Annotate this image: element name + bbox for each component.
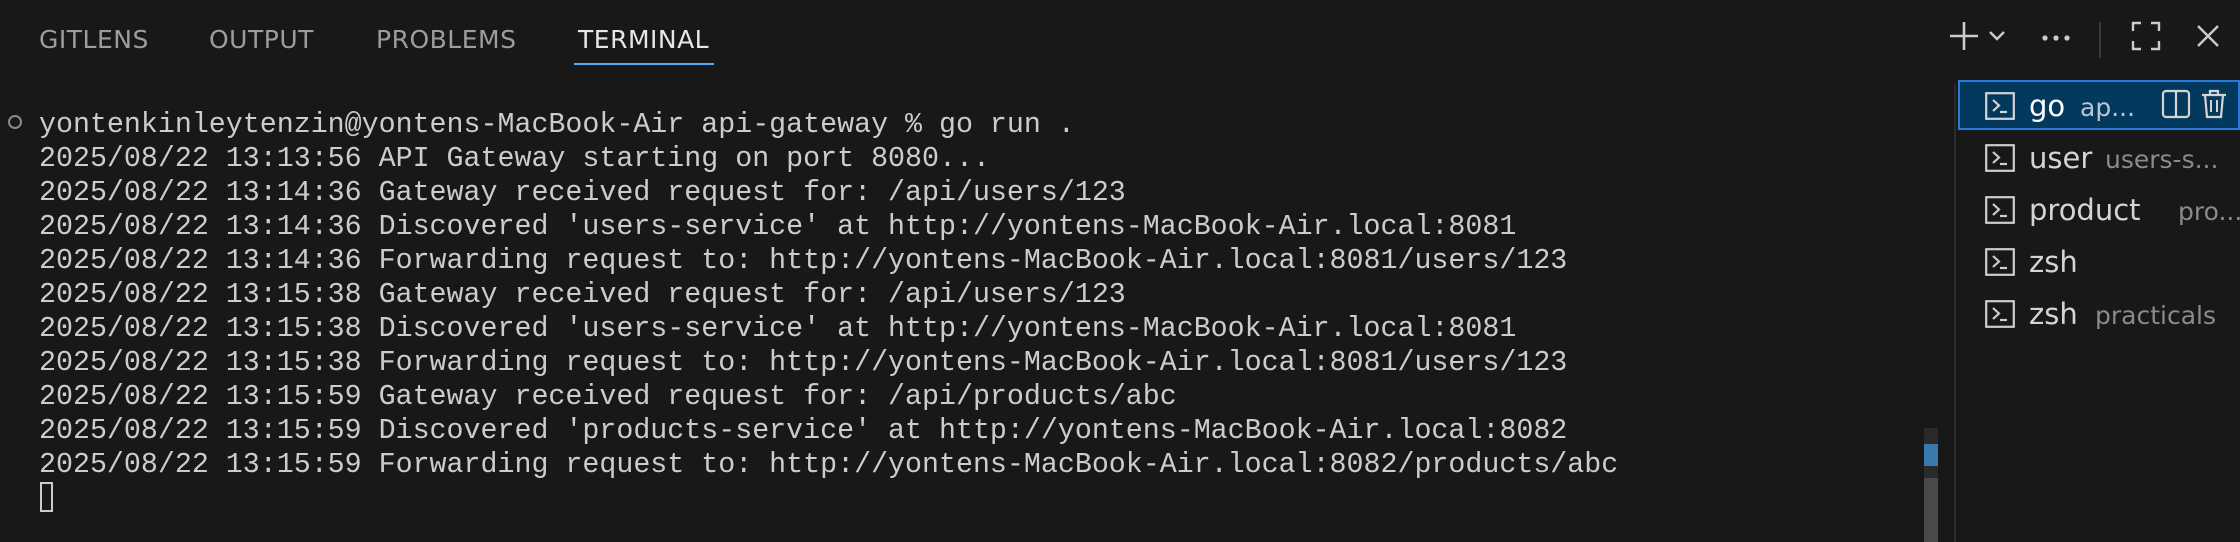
log-line: 2025/08/22 13:15:59 Forwarding request t…	[39, 449, 1619, 481]
terminal-tab-description: practicals	[2095, 301, 2216, 330]
log-line: 2025/08/22 13:15:59 Discovered 'products…	[39, 415, 1568, 447]
split-icon	[2161, 89, 2191, 124]
tab-terminal[interactable]: TERMINAL	[578, 24, 709, 56]
terminal-tab-name: product	[2029, 193, 2141, 227]
tab-gitlens[interactable]: GITLENS	[39, 24, 149, 56]
toolbar-separator	[2099, 22, 2101, 58]
log-line: 2025/08/22 13:13:56 API Gateway starting…	[39, 143, 990, 175]
log-line: 2025/08/22 13:14:36 Forwarding request t…	[39, 245, 1568, 277]
trash-icon	[2200, 89, 2228, 124]
tab-output[interactable]: OUTPUT	[209, 24, 314, 56]
active-tab-indicator	[574, 63, 714, 65]
terminal-panel: GITLENS OUTPUT PROBLEMS TERMINAL yontenk…	[0, 0, 2240, 542]
terminal-tab-description: users-s...	[2105, 145, 2219, 174]
terminal-icon	[1985, 144, 2015, 172]
terminal-tab-product[interactable]: product pro...	[1958, 184, 2240, 234]
ellipsis-icon	[2041, 29, 2071, 47]
terminal-icon	[1985, 248, 2015, 276]
log-line: 2025/08/22 13:15:38 Gateway received req…	[39, 279, 1126, 311]
log-line: 2025/08/22 13:14:36 Discovered 'users-se…	[39, 211, 1517, 243]
kill-terminal-button[interactable]	[2198, 89, 2230, 124]
log-line: 2025/08/22 13:14:36 Gateway received req…	[39, 177, 1126, 209]
maximize-icon	[2131, 21, 2161, 56]
scrollbar-thumb[interactable]	[1924, 478, 1938, 542]
terminal-cursor	[40, 482, 53, 512]
log-line: 2025/08/22 13:15:59 Gateway received req…	[39, 381, 1177, 413]
launch-profile-button[interactable]	[1984, 18, 2010, 58]
split-terminal-button[interactable]	[2160, 89, 2192, 124]
terminal-icon	[1985, 300, 2015, 328]
terminal-icon	[1985, 92, 2015, 120]
log-line: 2025/08/22 13:15:38 Discovered 'users-se…	[39, 313, 1517, 345]
close-panel-button[interactable]	[2188, 18, 2228, 58]
terminal-tab-user[interactable]: user users-s...	[1958, 132, 2240, 182]
terminal-icon	[1985, 196, 2015, 224]
more-actions-button[interactable]	[2036, 18, 2076, 58]
prompt-line: yontenkinleytenzin@yontens-MacBook-Air a…	[39, 109, 1075, 141]
terminal-tab-go[interactable]: go ap...	[1958, 80, 2240, 130]
terminal-tab-zsh[interactable]: zsh	[1958, 236, 2240, 286]
close-icon	[2195, 23, 2221, 54]
terminal-list-sash[interactable]	[1954, 84, 1956, 542]
terminal-tab-name: go	[2029, 89, 2066, 123]
panel-tab-bar: GITLENS OUTPUT PROBLEMS TERMINAL	[0, 0, 2240, 76]
new-terminal-button[interactable]	[1944, 18, 1984, 58]
scrollbar-marker	[1924, 444, 1938, 466]
chevron-down-icon	[1988, 29, 2006, 47]
terminal-tab-name: zsh	[2029, 245, 2078, 279]
terminal-tab-description: ap...	[2080, 93, 2136, 122]
terminal-tab-name: zsh	[2029, 297, 2078, 331]
terminal-tab-description: pro...	[2178, 197, 2240, 226]
add-icon	[1947, 19, 1981, 58]
terminal-tab-zsh-practicals[interactable]: zsh practicals	[1958, 288, 2240, 338]
tab-problems[interactable]: PROBLEMS	[376, 24, 516, 56]
command-decoration-icon[interactable]	[8, 115, 22, 129]
terminal-tab-name: user	[2029, 141, 2093, 175]
log-line: 2025/08/22 13:15:38 Forwarding request t…	[39, 347, 1568, 379]
maximize-panel-button[interactable]	[2126, 18, 2166, 58]
